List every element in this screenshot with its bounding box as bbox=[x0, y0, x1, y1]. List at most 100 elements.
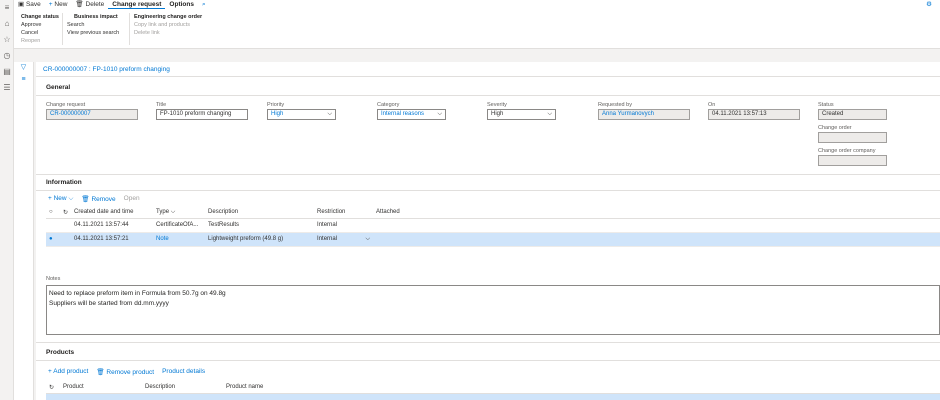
priority-select[interactable]: High ⌵ bbox=[267, 109, 336, 120]
on-input[interactable]: 04.11.2021 13:57:13 bbox=[708, 109, 800, 120]
information-grid: ○ ↻ Created date and time Type ⌵ Descrip… bbox=[46, 207, 940, 247]
plus-icon: + bbox=[48, 1, 53, 8]
column-header-attached[interactable]: Attached bbox=[373, 207, 414, 219]
divider bbox=[36, 190, 940, 191]
requested-by-input[interactable]: Anna Yurmanovych bbox=[598, 109, 690, 120]
column-filler bbox=[373, 382, 940, 394]
tab-options[interactable]: Options bbox=[165, 0, 198, 9]
search-icon[interactable]: ⌕ bbox=[198, 0, 210, 9]
add-product-button[interactable]: + Add product bbox=[48, 368, 88, 376]
home-icon[interactable]: ⌂ bbox=[0, 16, 14, 32]
field-label: Requested by bbox=[598, 102, 632, 108]
trash-icon: 🗑 bbox=[81, 196, 90, 203]
products-grid: ↻ Product Description Product name bbox=[46, 382, 940, 400]
table-row-selected[interactable] bbox=[46, 393, 940, 400]
remove-attachment-button[interactable]: 🗑 Remove bbox=[81, 195, 115, 203]
requested-by-field: Requested by Anna Yurmanovych bbox=[598, 101, 690, 120]
save-icon: ▣ bbox=[18, 1, 25, 8]
divider bbox=[129, 13, 130, 45]
cell-description[interactable]: Lightweight preform (49.8 g) bbox=[205, 232, 315, 247]
on-field: On 04.11.2021 13:57:13 bbox=[708, 101, 800, 120]
view-previous-search-button[interactable]: View previous search bbox=[67, 29, 119, 37]
severity-select[interactable]: High ⌵ bbox=[487, 109, 556, 120]
category-select[interactable]: Internal reasons ⌵ bbox=[377, 109, 446, 120]
row-checkbox-checked[interactable]: ● bbox=[46, 232, 60, 247]
row-checkbox[interactable] bbox=[46, 218, 60, 233]
grid-header-row: ○ ↻ Created date and time Type ⌵ Descrip… bbox=[46, 207, 940, 219]
approve-button[interactable]: Approve bbox=[21, 21, 59, 29]
open-attachment-button[interactable]: Open bbox=[124, 195, 140, 203]
change-order-company-input[interactable] bbox=[818, 155, 887, 166]
ribbon: Change status Approve Cancel Reopen Busi… bbox=[14, 9, 940, 49]
workspace-icon[interactable]: ▤ bbox=[0, 64, 14, 80]
chevron-down-icon: ⌵ bbox=[68, 195, 74, 202]
star-icon[interactable]: ☆ bbox=[0, 32, 14, 48]
divider bbox=[36, 76, 940, 77]
title-input[interactable]: FP-1010 preform changing bbox=[156, 109, 248, 120]
column-header-product[interactable]: Product bbox=[60, 382, 142, 394]
section-information[interactable]: Information bbox=[46, 179, 82, 186]
row-spacer bbox=[46, 393, 60, 400]
refresh-icon[interactable]: ↻ bbox=[60, 207, 72, 219]
search-button[interactable]: Search bbox=[67, 21, 119, 29]
cancel-button[interactable]: Cancel bbox=[21, 29, 59, 37]
cell-restriction[interactable]: Internal ⌵ bbox=[314, 232, 374, 247]
divider bbox=[36, 174, 940, 175]
priority-field: Priority High ⌵ bbox=[267, 101, 336, 120]
list-icon[interactable]: ☰ bbox=[0, 80, 14, 96]
column-header-description[interactable]: Description bbox=[142, 382, 223, 394]
status-input[interactable]: Created bbox=[818, 109, 887, 120]
action-bar: ▣ Save + New 🗑 Delete Change request Opt… bbox=[14, 0, 940, 9]
tab-change-request[interactable]: Change request bbox=[108, 0, 166, 9]
trash-icon: 🗑 bbox=[75, 1, 84, 8]
cell-description: TestResults bbox=[205, 218, 315, 233]
change-order-input[interactable] bbox=[818, 132, 887, 143]
main-content: CR-000000007 : FP-1010 preform changing … bbox=[36, 62, 940, 400]
plus-icon: + bbox=[48, 195, 52, 202]
cell-filler bbox=[413, 232, 940, 247]
cell-product-name bbox=[223, 393, 373, 400]
change-request-input[interactable]: CR-000000007 bbox=[46, 109, 138, 120]
cell-filler bbox=[373, 393, 940, 400]
section-products[interactable]: Products bbox=[46, 349, 74, 356]
copy-link-and-products-button[interactable]: Copy link and products bbox=[134, 21, 202, 29]
column-header-product-name[interactable]: Product name bbox=[223, 382, 373, 394]
cell-restriction: Internal bbox=[314, 218, 374, 233]
chevron-down-icon: ⌵ bbox=[170, 208, 176, 215]
select-all-checkbox[interactable]: ○ bbox=[46, 207, 60, 219]
field-label: On bbox=[708, 102, 716, 108]
delete-link-button[interactable]: Delete link bbox=[134, 29, 202, 37]
new-button[interactable]: + New bbox=[45, 0, 72, 9]
severity-field: Severity High ⌵ bbox=[487, 101, 556, 120]
table-row[interactable]: 04.11.2021 13:57:44 CertificateOfA... Te… bbox=[46, 218, 940, 233]
column-header-restriction[interactable]: Restriction bbox=[314, 207, 374, 219]
delete-button[interactable]: 🗑 Delete bbox=[71, 0, 108, 9]
list-view-icon[interactable]: ≡ bbox=[14, 74, 33, 86]
breadcrumb[interactable]: CR-000000007 : FP-1010 preform changing bbox=[43, 66, 170, 73]
field-label: Title bbox=[156, 102, 167, 108]
field-label: Change order company bbox=[818, 148, 876, 154]
chevron-down-icon: ⌵ bbox=[327, 111, 332, 117]
save-button[interactable]: ▣ Save bbox=[14, 0, 45, 9]
refresh-icon[interactable]: ↻ bbox=[46, 382, 60, 394]
new-attachment-button[interactable]: + New ⌵ bbox=[48, 195, 73, 203]
filter-icon[interactable]: ▽ bbox=[14, 62, 33, 74]
clock-icon[interactable]: ◷ bbox=[0, 48, 14, 64]
column-header-description[interactable]: Description bbox=[205, 207, 315, 219]
ribbon-group-engineering-change-order: Engineering change order Copy link and p… bbox=[134, 13, 202, 37]
notes-textarea[interactable]: Need to replace preform item in Formula … bbox=[46, 285, 940, 335]
app-window: ≡ ⌂ ☆ ◷ ▤ ☰ ▣ Save + New 🗑 Delete Change… bbox=[0, 0, 940, 400]
field-label: Priority bbox=[267, 102, 285, 108]
cell-type[interactable]: Note bbox=[153, 232, 206, 247]
product-details-button[interactable]: Product details bbox=[162, 368, 205, 376]
divider bbox=[36, 342, 940, 343]
section-general[interactable]: General bbox=[46, 84, 70, 91]
remove-product-button[interactable]: 🗑 Remove product bbox=[96, 368, 154, 376]
reopen-button[interactable]: Reopen bbox=[21, 37, 59, 45]
settings-icon[interactable]: ⚙ bbox=[922, 0, 936, 9]
table-row-selected[interactable]: ● 04.11.2021 13:57:21 Note Lightweight p… bbox=[46, 232, 940, 247]
column-header-type[interactable]: Type ⌵ bbox=[153, 207, 206, 219]
cell-attached bbox=[373, 218, 414, 233]
hamburger-icon[interactable]: ≡ bbox=[0, 0, 14, 16]
column-header-created[interactable]: Created date and time bbox=[71, 207, 154, 219]
